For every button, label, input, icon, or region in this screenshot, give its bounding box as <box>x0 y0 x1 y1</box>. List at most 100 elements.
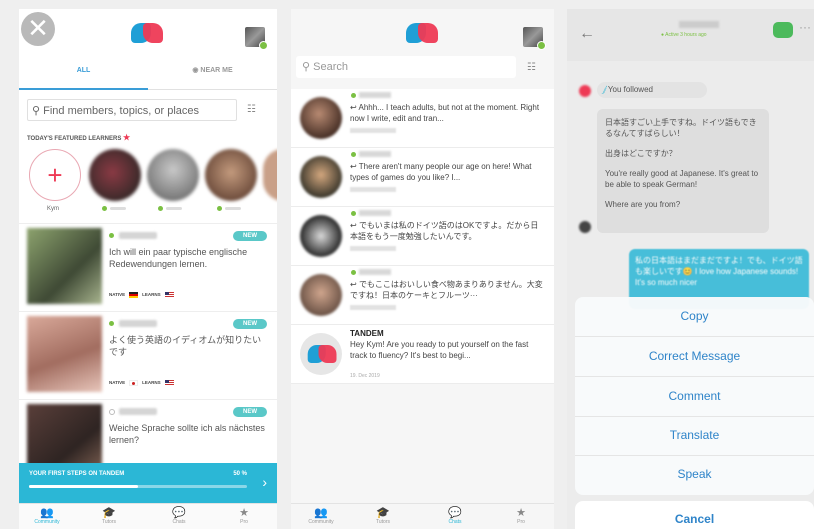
chat-avatar <box>300 156 342 198</box>
member-card[interactable]: NEW よく使う英語のイディオムが知りたいです NATIVE LEARNS <box>19 311 277 398</box>
chat-name <box>359 210 391 216</box>
us-flag-icon <box>164 292 174 298</box>
search-placeholder: Search <box>313 61 348 73</box>
follow-icon: ⅉ <box>603 85 606 94</box>
speak-action[interactable]: Speak <box>575 455 814 494</box>
conversation-header: ← ● Active 3 hours ago ··· <box>567 9 814 61</box>
chat-avatar <box>300 274 342 316</box>
received-message[interactable]: 日本語すごい上手ですね。ドイツ語もできるなんてすばらしい！ 出身はどこですか？ … <box>597 109 769 233</box>
chat-name: TANDEM <box>350 329 384 338</box>
tab-chats[interactable]: 💬 Chats <box>159 507 199 525</box>
tab-near-me[interactable]: ◉ NEAR ME <box>148 64 277 88</box>
tab-label: Community <box>34 519 60 525</box>
correct-message-action[interactable]: Correct Message <box>575 337 814 377</box>
community-tabs: ALL ◉ NEAR ME <box>19 64 277 90</box>
chat-row[interactable]: ↩ でもここはおいしい食べ物あまりありません。大変ですね！日本のケーキとフルーツ… <box>291 266 554 325</box>
close-icon[interactable]: ✕ <box>21 12 55 46</box>
chat-name <box>359 92 391 98</box>
online-indicator <box>109 321 114 326</box>
online-indicator <box>537 41 546 50</box>
filter-icon[interactable]: ☷ <box>527 62 536 73</box>
member-photo <box>27 228 102 304</box>
partner-name <box>679 21 719 28</box>
tab-chats[interactable]: 💬 Chats <box>435 507 475 525</box>
member-card[interactable]: NEW Ich will ein paar typische englische… <box>19 223 277 310</box>
tab-label: Pro <box>240 519 248 525</box>
tab-label: Community <box>308 519 334 525</box>
star-icon: ★ <box>516 507 526 519</box>
message-line: 日本語すごい上手ですね。ドイツ語もできるなんてすばらしい！ <box>605 118 757 138</box>
tab-tutors[interactable]: 🎓 Tutors <box>363 507 403 525</box>
chat-row-tandem[interactable]: TANDEM Hey Kym! Are you ready to put you… <box>291 325 554 384</box>
featured-learner-avatar[interactable] <box>205 149 257 201</box>
member-name <box>119 232 157 239</box>
bottom-tab-bar: 👥 Community 🎓 Tutors 💬 Chats ★ Pro <box>291 503 554 529</box>
member-intro: Weiche Sprache sollte ich als nächstes l… <box>109 423 265 445</box>
first-steps-title: YOUR FIRST STEPS ON TANDEM <box>29 471 125 477</box>
tab-label: Pro <box>517 519 525 525</box>
bottom-tab-bar: 👥 Community 🎓 Tutors 💬 Chats ★ Pro <box>19 503 277 529</box>
chat-preview-text: でもいまは私のドイツ語のはOKですよ。だから日本語をもう一度勉強したいんです。 <box>350 221 539 241</box>
chat-row[interactable]: ↩ Ahhh... I teach adults, but not at the… <box>291 89 554 148</box>
tab-label: Tutors <box>376 519 390 525</box>
message-line: 出身はどこですか？ <box>605 149 677 158</box>
graduation-cap-icon: 🎓 <box>102 507 116 519</box>
tab-pro[interactable]: ★ Pro <box>224 507 264 525</box>
tab-all[interactable]: ALL <box>19 64 148 90</box>
cancel-button[interactable]: Cancel <box>575 501 814 529</box>
member-name <box>119 320 157 327</box>
tab-label: Tutors <box>102 519 116 525</box>
more-options-icon[interactable]: ··· <box>799 20 811 34</box>
copy-action[interactable]: Copy <box>575 297 814 337</box>
featured-learner-avatar[interactable] <box>147 149 199 201</box>
native-label: NATIVE <box>109 380 126 386</box>
first-steps-percent: 50 % <box>233 471 247 477</box>
chat-search-input[interactable]: ⚲ Search <box>296 56 516 78</box>
translate-action[interactable]: Translate <box>575 416 814 456</box>
first-steps-banner[interactable]: YOUR FIRST STEPS ON TANDEM 50 % › <box>19 463 277 503</box>
chat-row[interactable]: ↩ There aren't many people our age on he… <box>291 148 554 207</box>
chat-preview: ↩ There aren't many people our age on he… <box>350 162 532 182</box>
featured-learner-avatar[interactable] <box>89 149 141 201</box>
tab-community[interactable]: 👥 Community <box>27 507 67 525</box>
online-indicator <box>259 41 268 50</box>
tab-pro[interactable]: ★ Pro <box>501 507 541 525</box>
japan-flag-icon <box>129 380 139 386</box>
tandem-small-icon <box>579 85 591 97</box>
germany-flag-icon <box>129 292 139 298</box>
filter-icon[interactable]: ☷ <box>247 104 256 115</box>
member-name <box>119 408 157 415</box>
tab-community[interactable]: 👥 Community <box>301 507 341 525</box>
comment-action[interactable]: Comment <box>575 377 814 417</box>
new-badge: NEW <box>233 319 267 329</box>
tandem-logo <box>307 345 339 363</box>
add-featured-button[interactable]: + <box>29 149 81 201</box>
new-badge: NEW <box>233 407 267 417</box>
search-icon: ⚲ <box>302 61 311 73</box>
video-call-icon[interactable] <box>773 22 793 38</box>
tab-tutors[interactable]: 🎓 Tutors <box>89 507 129 525</box>
chat-preview: ↩ でもここはおいしい食べ物あまりありません。大変ですね！日本のケーキとフルーツ… <box>350 280 543 300</box>
chat-time <box>350 128 396 133</box>
online-indicator <box>217 206 222 211</box>
featured-learner-avatar[interactable] <box>263 149 277 201</box>
chat-avatar <box>300 215 342 257</box>
member-search-input[interactable]: ⚲ Find members, topics, or places <box>27 99 237 121</box>
community-icon: 👥 <box>314 507 328 519</box>
online-indicator <box>102 206 107 211</box>
name-placeholder <box>166 207 182 210</box>
new-badge: NEW <box>233 231 267 241</box>
back-arrow-icon[interactable]: ← <box>579 25 595 43</box>
chat-row[interactable]: ↩ でもいまは私のドイツ語のはOKですよ。だから日本語をもう一度勉強したいんです… <box>291 207 554 266</box>
tandem-logo <box>406 23 440 43</box>
chat-bubble-icon: 💬 <box>172 507 186 519</box>
own-profile-label: Kym <box>47 206 59 212</box>
chat-preview-text: Ahhh... I teach adults, but not at the m… <box>350 103 540 123</box>
tandem-avatar <box>300 333 342 375</box>
chat-time: 19. Dec 2019 <box>350 373 380 379</box>
chat-preview: ↩ Ahhh... I teach adults, but not at the… <box>350 103 540 123</box>
message-line: Where are you from? <box>605 200 681 209</box>
featured-title-text: TODAY'S FEATURED LEARNERS <box>27 136 122 142</box>
online-indicator <box>158 206 163 211</box>
chat-bubble-icon: 💬 <box>448 507 462 519</box>
